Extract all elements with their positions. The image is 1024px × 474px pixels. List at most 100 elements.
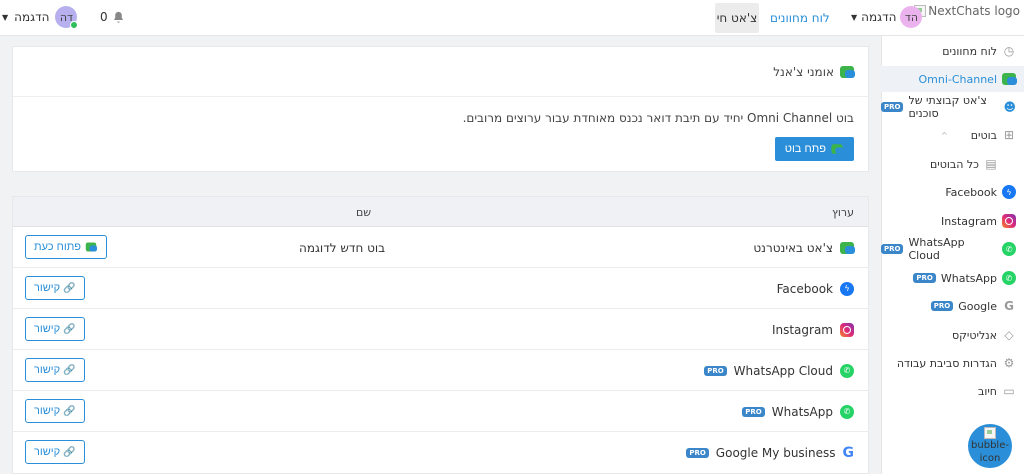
- pro-badge: PRO: [913, 273, 936, 283]
- sidebar-item-label: Instagram: [941, 214, 997, 228]
- billing-icon: ▭: [1003, 384, 1015, 398]
- bots-icon: ⊞: [1003, 128, 1015, 142]
- link-icon: 🔗: [63, 405, 76, 417]
- settings-icon: ⚙: [1003, 356, 1015, 370]
- connect-button[interactable]: קישור 🔗: [25, 317, 85, 341]
- table-row: צ'אט באינטרנט בוט חדש לדוגמה פתוח כעת: [13, 227, 868, 268]
- sidebar-item-instagram[interactable]: Instagram: [881, 208, 1024, 234]
- google-icon: G: [842, 444, 855, 461]
- dashboard-icon: ◷: [1003, 44, 1015, 58]
- webchat-icon: [85, 242, 98, 252]
- sidebar-item-whatsapp-cloud[interactable]: PRO WhatsApp Cloud ✆: [881, 236, 1024, 262]
- connect-button[interactable]: קישור 🔗: [25, 358, 85, 382]
- sidebar-item-whatsapp[interactable]: PRO WhatsApp ✆: [881, 265, 1024, 291]
- sidebar-item-bots[interactable]: ^ בוטים ⊞: [881, 122, 1024, 148]
- sidebar-item-dashboard[interactable]: לוח מחוונים ◷: [881, 38, 1024, 64]
- button-label: קישור: [34, 323, 61, 335]
- agent-avatar: דה: [55, 6, 79, 29]
- pro-badge: PRO: [930, 301, 954, 311]
- top-bar: NextChats logo ▼ הדגמה הד לוח מחוונים צ'…: [0, 0, 1024, 36]
- channel-name: צ'אט באינטרנט: [753, 240, 833, 255]
- nav-dashboard[interactable]: לוח מחוונים: [770, 3, 830, 33]
- user-name: הדגמה: [861, 10, 897, 24]
- row-channel: PRO WhatsApp Cloud ✆: [704, 350, 854, 391]
- bubble-alt-text: bubble-icon: [971, 440, 1009, 464]
- sidebar-item-omnichannel[interactable]: Omni-Channel: [881, 66, 1024, 92]
- sidebar-item-billing[interactable]: חיוב ▭: [881, 378, 1024, 404]
- avatar: הד: [900, 6, 923, 28]
- sidebar-item-agents-chat[interactable]: PRO צ'אט קבוצתי של סוכנים ☻: [881, 94, 1024, 120]
- row-channel: PRO WhatsApp ✆: [742, 391, 854, 432]
- agent-name: הדגמה: [14, 10, 50, 24]
- instagram-icon: [840, 322, 854, 337]
- channel-name: WhatsApp Cloud: [733, 363, 833, 378]
- pro-badge: PRO: [704, 365, 727, 376]
- sidebar-item-workspace-settings[interactable]: הגדרות סביבת עבודה ⚙: [881, 350, 1024, 376]
- notifications[interactable]: 0: [100, 10, 125, 24]
- channel-name: Google My business: [715, 445, 836, 460]
- connect-button[interactable]: קישור 🔗: [25, 276, 85, 300]
- sidebar-item-analytics[interactable]: אנליטיקס ◇: [881, 322, 1024, 348]
- open-bot-button[interactable]: פתח בוט: [774, 137, 854, 161]
- button-label: פתוח כעת: [34, 241, 82, 253]
- google-icon: G: [1004, 299, 1014, 313]
- whatsapp-icon: ✆: [840, 363, 854, 378]
- sidebar-item-label: לוח מחוונים: [942, 44, 997, 58]
- channel-name: WhatsApp: [771, 404, 833, 419]
- link-icon: 🔗: [63, 323, 76, 335]
- pro-badge: PRO: [881, 102, 904, 112]
- logo-alt-text: NextChats logo: [928, 4, 1020, 18]
- whatsapp-icon: ✆: [1002, 271, 1016, 285]
- table-header: ערוץ שם: [13, 197, 868, 227]
- sidebar-item-all-bots[interactable]: כל הבוטים ▤: [881, 151, 1024, 177]
- button-label: קישור: [34, 446, 61, 458]
- sidebar-item-label: Omni-Channel: [918, 72, 997, 86]
- connect-button[interactable]: קישור 🔗: [25, 440, 85, 464]
- sidebar-item-facebook[interactable]: Facebook ϟ: [881, 179, 1024, 205]
- row-channel: צ'אט באינטרנט: [753, 227, 855, 268]
- chat-bubble-launcher[interactable]: bubble-icon: [968, 424, 1012, 468]
- row-channel: Instagram: [772, 309, 854, 350]
- bell-icon: [113, 11, 123, 23]
- messenger-icon: ϟ: [1002, 185, 1016, 199]
- link-icon: 🔗: [63, 446, 76, 458]
- sidebar-item-label: Facebook: [945, 185, 997, 199]
- table-row: Facebook ϟ קישור 🔗: [13, 268, 868, 309]
- sidebar-item-label: הגדרות סביבת עבודה: [896, 356, 997, 370]
- channels-table: ערוץ שם צ'אט באינטרנט בוט חדש לדוגמה פתו…: [12, 196, 869, 474]
- sidebar-item-label: Google: [958, 299, 997, 313]
- table-row: PRO WhatsApp ✆ קישור 🔗: [13, 391, 868, 432]
- notifications-count: 0: [100, 10, 108, 24]
- online-status-dot: [70, 21, 79, 29]
- nav-live-chat[interactable]: צ'אט חי: [715, 3, 759, 33]
- table-row: PRO Google My business G קישור 🔗: [13, 432, 868, 473]
- connect-button[interactable]: קישור 🔗: [25, 399, 85, 423]
- bubble-image-icon: [984, 427, 996, 439]
- channel-name: Facebook: [776, 281, 833, 296]
- omnichannel-icon: [831, 144, 844, 154]
- row-bot-name: בוט חדש לדוגמה: [299, 240, 386, 255]
- open-now-button[interactable]: פתוח כעת: [25, 235, 108, 259]
- column-header-name: שם: [356, 206, 372, 219]
- sidebar-item-label: צ'אט קבוצתי של סוכנים: [908, 94, 987, 120]
- card-description: בוט Omni Channel יחיד עם תיבת דואר נכנס …: [462, 111, 854, 125]
- table-row: Instagram קישור 🔗: [13, 309, 868, 350]
- sidebar-item-label: WhatsApp Cloud: [908, 236, 965, 262]
- card-title: אומני צ'אנל: [773, 64, 834, 79]
- webchat-icon: [840, 241, 855, 254]
- whatsapp-icon: ✆: [840, 404, 854, 419]
- pro-badge: PRO: [742, 406, 765, 417]
- column-header-channel: ערוץ: [831, 206, 854, 219]
- link-icon: 🔗: [63, 282, 76, 294]
- link-icon: 🔗: [63, 364, 76, 376]
- sidebar-item-google[interactable]: PRO Google G: [881, 293, 1024, 319]
- channel-name: Instagram: [771, 322, 833, 337]
- sidebar-item-label: חיוב: [977, 384, 997, 398]
- sidebar-item-label: כל הבוטים: [929, 157, 979, 171]
- button-label: קישור: [34, 282, 61, 294]
- logo[interactable]: NextChats logo: [914, 4, 1020, 18]
- card-header: אומני צ'אנל: [13, 47, 868, 97]
- user-menu[interactable]: ▼ הדגמה הד: [851, 6, 923, 28]
- agent-menu[interactable]: ▼ הדגמה דה: [2, 6, 79, 29]
- sidebar-item-label: WhatsApp: [940, 271, 997, 285]
